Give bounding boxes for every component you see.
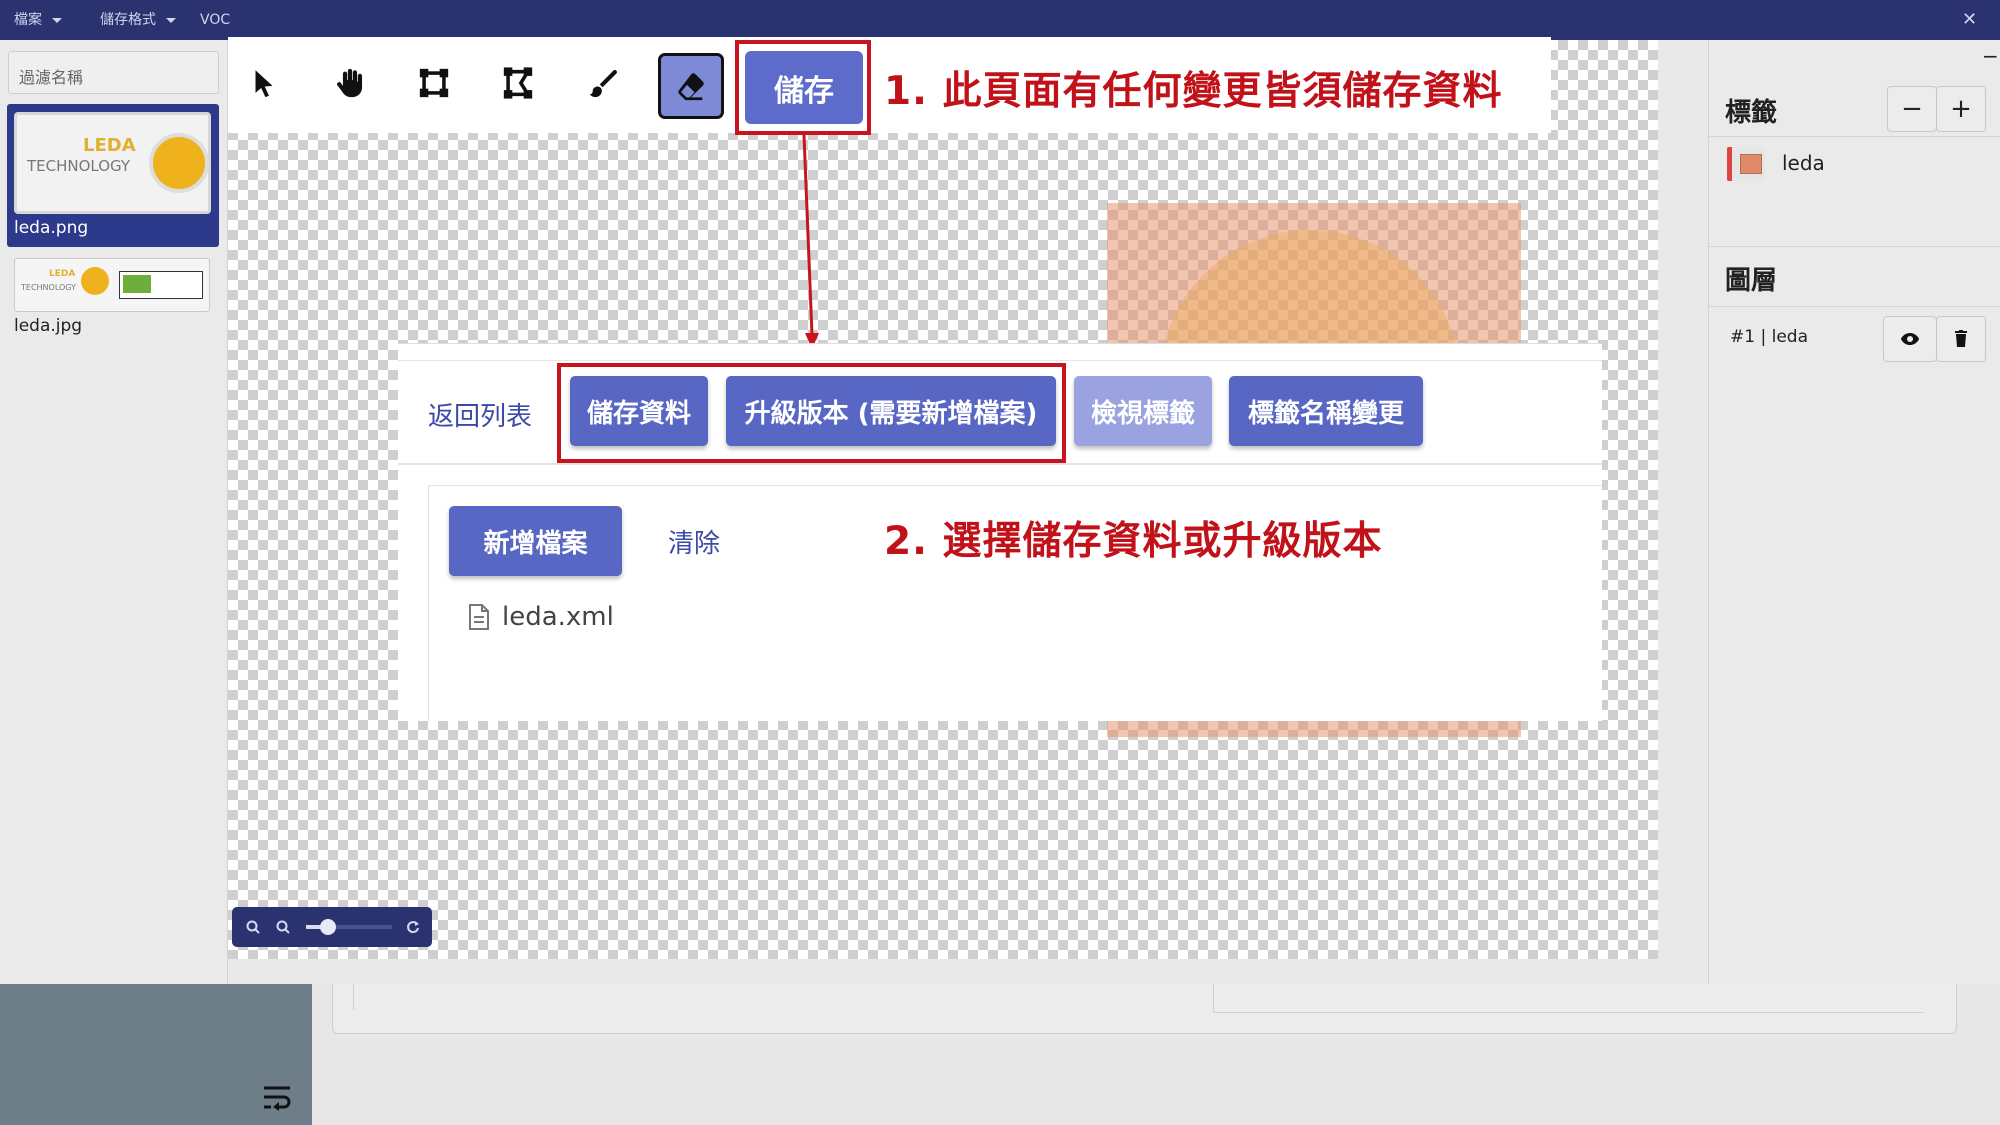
file-thumbnail: LEDA TECHNOLOGY <box>14 112 211 214</box>
eye-icon[interactable] <box>1883 316 1937 362</box>
chevron-down-icon <box>166 17 176 23</box>
options-highlight-box <box>557 363 1066 463</box>
trash-icon[interactable] <box>1936 316 1986 362</box>
xml-file-name: leda.xml <box>502 602 614 632</box>
wrap-text-icon[interactable] <box>262 1085 294 1111</box>
divider <box>1708 306 2000 307</box>
divider <box>1708 136 2000 137</box>
rename-label-button[interactable]: 標籤名稱變更 <box>1229 376 1423 446</box>
zoom-slider-handle[interactable] <box>320 919 336 935</box>
zoom-out-icon[interactable] <box>246 920 260 934</box>
zoom-slider-track[interactable] <box>306 919 392 935</box>
eraser-icon[interactable] <box>658 53 724 119</box>
zoom-in-icon[interactable] <box>276 920 290 934</box>
file-menu-label: 檔案 <box>14 12 42 28</box>
view-labels-button[interactable]: 檢視標籤 <box>1074 376 1212 446</box>
top-menu-bar: 檔案 儲存格式 VOC ✕ <box>0 0 2000 40</box>
add-label-button[interactable]: + <box>1936 86 1986 132</box>
file-thumbnail[interactable]: LEDA TECHNOLOGY <box>14 258 210 312</box>
file-menu[interactable]: 檔案 <box>14 0 62 40</box>
back-to-list-link[interactable]: 返回列表 <box>428 396 532 433</box>
document-icon <box>469 604 489 630</box>
chevron-down-icon <box>52 17 62 23</box>
divider <box>1708 246 2000 247</box>
thumb-logo-subtext: TECHNOLOGY <box>27 157 131 175</box>
file-name: leda.jpg <box>14 316 83 336</box>
cursor-icon[interactable] <box>234 53 294 113</box>
brush-icon[interactable] <box>574 53 634 113</box>
filter-input[interactable]: 過濾名稱 <box>8 51 219 94</box>
file-name: leda.png <box>14 218 89 238</box>
format-value: VOC <box>200 12 231 28</box>
layers-title: 圖層 <box>1725 266 1778 296</box>
label-name[interactable]: leda <box>1782 151 1825 175</box>
bottom-card <box>332 984 1957 1034</box>
collapse-icon[interactable]: − <box>1982 44 1999 68</box>
remove-label-button[interactable]: − <box>1887 86 1937 132</box>
partner-logo-icon <box>119 271 203 299</box>
logo-icon <box>149 133 209 193</box>
new-file-button[interactable]: 新增檔案 <box>449 506 622 576</box>
save-highlight-box <box>735 40 871 135</box>
save-format-label: 儲存格式 <box>100 12 156 28</box>
zoom-control <box>232 907 432 947</box>
thumb-logo-subtext: TECHNOLOGY <box>21 283 76 292</box>
reset-zoom-icon[interactable] <box>406 920 420 934</box>
right-panel <box>1708 40 2000 984</box>
polygon-icon[interactable] <box>488 53 548 113</box>
xml-file-item[interactable]: leda.xml <box>468 602 614 632</box>
labels-title: 標籤 <box>1725 98 1778 128</box>
label-color-swatch[interactable] <box>1727 147 1765 181</box>
bottom-left-panel <box>0 984 312 1125</box>
divider <box>398 463 1602 465</box>
thumb-logo-text: LEDA <box>49 269 76 279</box>
hand-icon[interactable] <box>320 53 380 113</box>
annotation-note-2: 2. 選擇儲存資料或升級版本 <box>884 519 1383 564</box>
rectangle-icon[interactable] <box>404 53 464 113</box>
close-icon[interactable]: ✕ <box>1962 0 1977 40</box>
divider <box>398 360 1602 361</box>
annotation-note-1: 1. 此頁面有任何變更皆須儲存資料 <box>884 69 1503 114</box>
annotation-arrow <box>802 135 819 349</box>
save-format-menu[interactable]: 儲存格式 <box>100 0 176 40</box>
layer-name[interactable]: #1 | leda <box>1730 327 1808 347</box>
logo-icon <box>81 267 109 295</box>
clear-link[interactable]: 清除 <box>668 523 720 560</box>
thumb-logo-text: LEDA <box>83 135 136 156</box>
